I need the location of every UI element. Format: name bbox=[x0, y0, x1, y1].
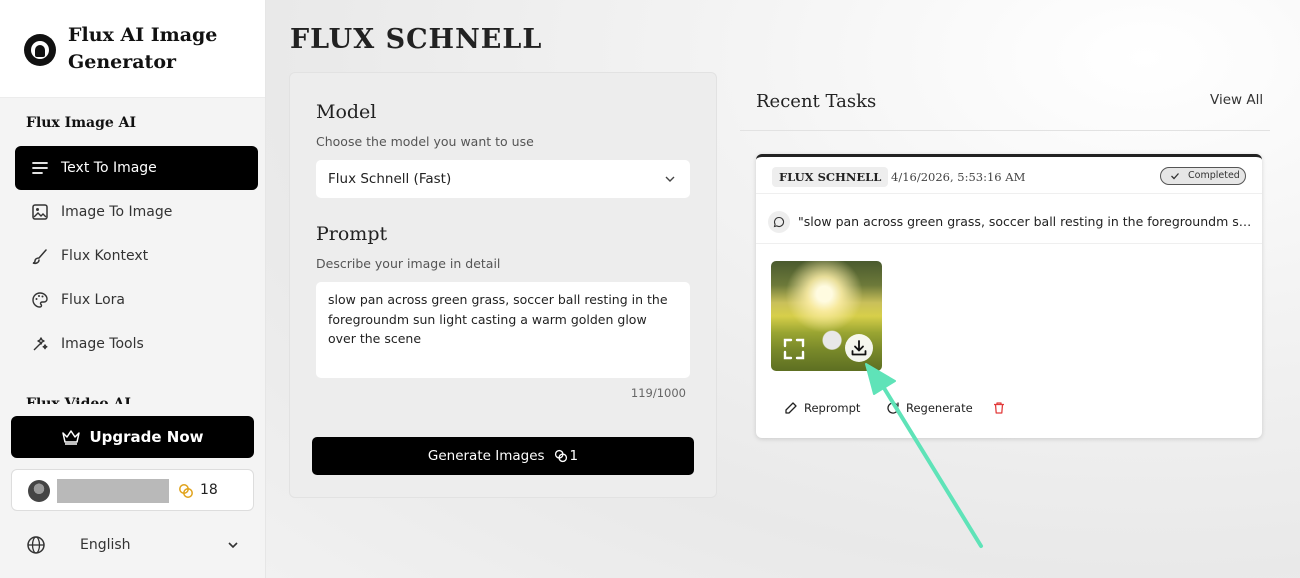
status-label: Completed bbox=[1188, 170, 1240, 181]
trash-icon bbox=[994, 402, 1004, 414]
brand-logo-icon[interactable] bbox=[24, 34, 56, 66]
prompt-textarea[interactable]: slow pan across green grass, soccer ball… bbox=[316, 282, 690, 378]
sidebar: Flux AI Image Generator Flux Image AI Te… bbox=[0, 0, 266, 578]
section-title-image-ai: Flux Image AI bbox=[26, 115, 137, 131]
task-prompt-text[interactable]: "slow pan across green grass, soccer bal… bbox=[798, 214, 1258, 229]
delete-button[interactable] bbox=[992, 401, 1012, 415]
task-timestamp: 4/16/2026, 5:53:16 AM bbox=[891, 170, 1026, 184]
generate-cost: 1 bbox=[569, 448, 579, 464]
language-selector[interactable]: English bbox=[26, 533, 244, 557]
chevron-down-icon bbox=[228, 542, 238, 549]
upgrade-label: Upgrade Now bbox=[89, 428, 204, 446]
prompt-char-counter: 119/1000 bbox=[630, 386, 686, 400]
generate-label: Generate Images bbox=[427, 448, 545, 464]
generated-image-thumbnail[interactable] bbox=[771, 261, 882, 371]
credits-count: 18 bbox=[200, 482, 218, 498]
model-select-value: Flux Schnell (Fast) bbox=[328, 171, 452, 187]
speech-bubble-icon bbox=[768, 211, 790, 233]
prompt-label: Prompt bbox=[316, 223, 388, 245]
expand-icon bbox=[783, 338, 805, 360]
regenerate-button[interactable]: Regenerate bbox=[886, 401, 973, 415]
task-model-tag: FLUX SCHNELL bbox=[772, 167, 889, 187]
main-content: FLUX SCHNELL Model Choose the model you … bbox=[266, 0, 1300, 578]
wand-icon bbox=[31, 335, 49, 353]
sidebar-item-flux-lora[interactable]: Flux Lora bbox=[15, 278, 258, 322]
view-all-link[interactable]: View All bbox=[1210, 92, 1263, 108]
brand-title[interactable]: Flux AI Image Generator bbox=[68, 22, 248, 76]
model-select[interactable]: Flux Schnell (Fast) bbox=[316, 160, 690, 198]
credits-coin-icon bbox=[554, 449, 567, 463]
sidebar-item-label: Image Tools bbox=[61, 336, 144, 352]
sidebar-item-image-tools[interactable]: Image Tools bbox=[15, 322, 258, 366]
sidebar-item-label: Flux Lora bbox=[61, 292, 126, 308]
palette-icon bbox=[31, 291, 49, 309]
language-label: English bbox=[80, 537, 131, 553]
globe-icon bbox=[27, 536, 45, 554]
credits-coin-icon bbox=[179, 484, 193, 498]
chevron-down-icon bbox=[665, 176, 675, 182]
sidebar-item-flux-kontext[interactable]: Flux Kontext bbox=[15, 234, 258, 278]
page-title: FLUX SCHNELL bbox=[290, 24, 543, 55]
sidebar-item-label: Image To Image bbox=[61, 204, 173, 220]
sidebar-item-image-to-image[interactable]: Image To Image bbox=[15, 190, 258, 234]
brand-header: Flux AI Image Generator bbox=[0, 0, 265, 98]
generate-images-button[interactable]: Generate Images 1 bbox=[312, 437, 694, 475]
edit-icon bbox=[785, 402, 797, 414]
reprompt-button[interactable]: Reprompt bbox=[784, 401, 860, 415]
check-icon bbox=[1171, 173, 1179, 180]
status-badge: Completed bbox=[1160, 167, 1246, 185]
avatar[interactable] bbox=[28, 480, 50, 502]
upgrade-button[interactable]: Upgrade Now bbox=[11, 416, 254, 458]
task-card: FLUX SCHNELL 4/16/2026, 5:53:16 AM Compl… bbox=[756, 154, 1262, 438]
regenerate-label: Regenerate bbox=[906, 401, 973, 415]
reprompt-label: Reprompt bbox=[804, 401, 861, 415]
model-label: Model bbox=[316, 101, 377, 123]
divider bbox=[756, 243, 1262, 244]
divider bbox=[740, 130, 1270, 131]
download-icon bbox=[851, 340, 867, 356]
refresh-icon bbox=[887, 402, 899, 414]
download-button[interactable] bbox=[845, 334, 873, 362]
user-account-card[interactable]: 18 bbox=[11, 469, 254, 511]
recent-tasks-title: Recent Tasks bbox=[756, 91, 877, 112]
generation-form: Model Choose the model you want to use F… bbox=[289, 72, 717, 498]
sidebar-item-label: Flux Kontext bbox=[61, 248, 149, 264]
user-name-redacted bbox=[57, 479, 169, 503]
fullscreen-button[interactable] bbox=[780, 335, 808, 363]
image-icon bbox=[31, 203, 49, 221]
sidebar-item-label: Text To Image bbox=[61, 160, 157, 176]
brush-icon bbox=[31, 247, 49, 265]
model-hint: Choose the model you want to use bbox=[316, 134, 534, 149]
section-title-video-ai: Flux Video AI bbox=[26, 396, 131, 404]
crown-icon bbox=[62, 430, 81, 445]
prompt-hint: Describe your image in detail bbox=[316, 256, 501, 271]
text-lines-icon bbox=[31, 159, 49, 177]
divider bbox=[756, 193, 1262, 194]
sidebar-item-text-to-image[interactable]: Text To Image bbox=[15, 146, 258, 190]
